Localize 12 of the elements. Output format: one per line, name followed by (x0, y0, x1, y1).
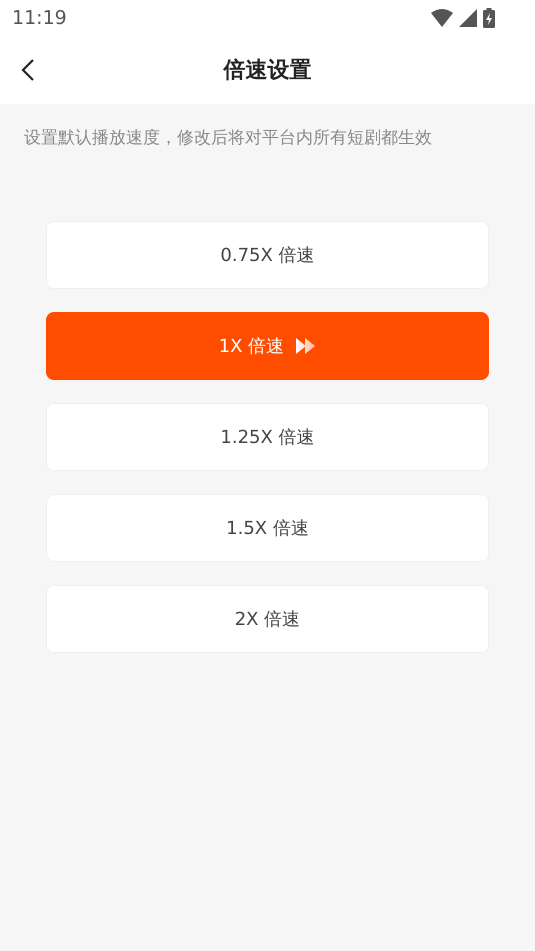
fast-forward-icon (296, 338, 316, 354)
description-text: 设置默认播放速度，修改后将对平台内所有短剧都生效 (24, 127, 433, 149)
page-title: 倍速设置 (224, 57, 312, 85)
speed-option[interactable]: 1.5X 倍速 (46, 494, 489, 562)
speed-option[interactable]: 2X 倍速 (46, 585, 489, 653)
signal-icon (459, 9, 477, 27)
status-time: 11:19 (12, 7, 67, 29)
wifi-icon (431, 9, 453, 27)
speed-option[interactable]: 0.75X 倍速 (46, 221, 489, 289)
battery-icon (483, 8, 495, 28)
speed-option[interactable]: 1.25X 倍速 (46, 403, 489, 471)
back-icon[interactable] (21, 58, 35, 82)
